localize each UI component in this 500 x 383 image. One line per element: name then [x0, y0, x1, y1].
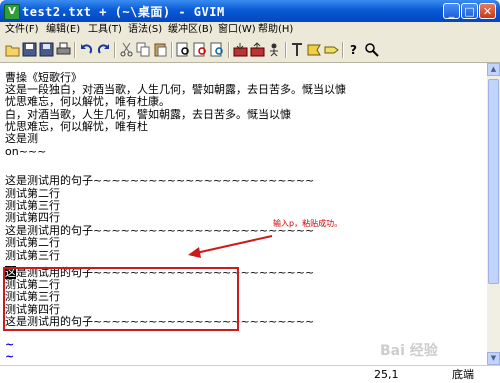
- annotation-arrow: [188, 235, 273, 258]
- scroll-down-arrow-icon[interactable]: ▼: [487, 352, 500, 365]
- vertical-scrollbar[interactable]: ▲ ▼: [487, 63, 500, 365]
- scroll-thumb[interactable]: [488, 79, 499, 284]
- scroll-position: 底端: [452, 368, 474, 381]
- cursor-position: 25,1: [374, 368, 399, 381]
- annotation-note: 输入p，粘贴成功。: [273, 219, 343, 228]
- status-bar: 25,1 底端: [0, 365, 500, 383]
- scroll-up-arrow-icon[interactable]: ▲: [487, 63, 500, 76]
- gvim-window: V test2.txt + (~\桌面) - GVIM _ □ ✕ 文件(F) …: [0, 0, 500, 383]
- watermark-logo: Bai 经验: [380, 343, 438, 359]
